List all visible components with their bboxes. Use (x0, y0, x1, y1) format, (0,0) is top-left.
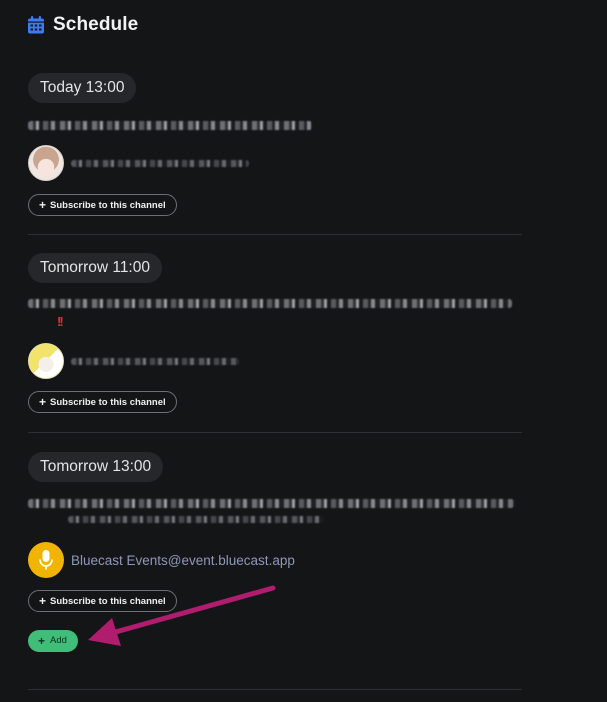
calendar-icon (28, 16, 44, 34)
plus-icon: + (39, 198, 47, 212)
event-title-redacted-line2 (68, 516, 324, 523)
microphone-icon (39, 550, 53, 570)
subscribe-channel-button[interactable]: + Subscribe to this channel (28, 590, 177, 612)
author-avatar (28, 343, 64, 379)
author-name (71, 156, 249, 171)
author-name-redacted (71, 358, 239, 366)
section-divider (28, 432, 522, 433)
page-title: Schedule (53, 14, 139, 35)
subscribe-channel-button[interactable]: + Subscribe to this channel (28, 391, 177, 413)
event-time-label: Tomorrow 13:00 (28, 452, 164, 482)
event-title-redacted (28, 499, 514, 508)
plus-icon: + (39, 594, 47, 608)
plus-icon: + (38, 634, 46, 648)
section-divider (28, 234, 522, 235)
event-author[interactable]: Bluecast Events@event.bluecast.app (28, 542, 295, 578)
subscribe-button-label: Subscribe to this channel (50, 595, 166, 607)
event-author[interactable] (28, 343, 239, 379)
author-name-redacted (71, 160, 249, 168)
plus-icon: + (39, 395, 47, 409)
schedule-page: Schedule Today 13:00 + Subscribe to this… (0, 0, 607, 702)
event-time-label: Tomorrow 11:00 (28, 253, 162, 283)
event-title-redacted (28, 299, 512, 308)
event-title-redacted (28, 121, 312, 130)
author-name (71, 354, 239, 369)
event-time-label: Today 13:00 (28, 73, 137, 103)
add-button-label: Add (50, 635, 67, 646)
subscribe-channel-button[interactable]: + Subscribe to this channel (28, 194, 177, 216)
author-name: Bluecast Events@event.bluecast.app (71, 552, 295, 568)
event-author[interactable] (28, 145, 249, 181)
schedule-header: Schedule (28, 14, 138, 36)
author-avatar (28, 145, 64, 181)
section-divider (28, 689, 522, 690)
add-event-button[interactable]: + Add (28, 630, 78, 652)
subscribe-button-label: Subscribe to this channel (50, 199, 166, 211)
double-exclamation-icon: !! (57, 314, 64, 329)
author-avatar (28, 542, 64, 578)
subscribe-button-label: Subscribe to this channel (50, 396, 166, 408)
